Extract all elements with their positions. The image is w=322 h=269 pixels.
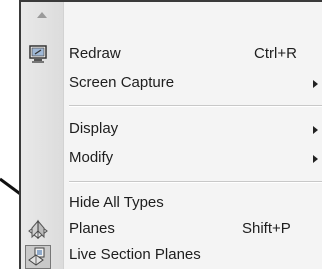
scroll-up-button[interactable]	[21, 2, 63, 28]
submenu-arrow-icon	[313, 80, 318, 88]
live-section-planes-icon	[25, 245, 51, 269]
menu-item-label: Modify	[69, 149, 114, 166]
planes-icon	[27, 219, 49, 241]
menu-item-redraw[interactable]: Redraw Ctrl+R	[21, 42, 322, 68]
menu-item-planes[interactable]: Planes Shift+P	[21, 217, 322, 243]
redraw-icon	[27, 43, 49, 65]
menu-separator	[69, 105, 322, 107]
menu-item-label: Live Section Planes	[69, 246, 201, 263]
menu-item-label: Screen Capture	[69, 74, 175, 91]
menu-item-shortcut: Shift+P	[242, 220, 291, 237]
menu-item-hide-all-types[interactable]: Hide All Types	[21, 191, 322, 217]
menu-item-label: Hide All Types	[69, 194, 164, 211]
submenu-arrow-icon	[313, 155, 318, 163]
menu-separator	[69, 181, 322, 183]
menu-item-modify[interactable]: Modify	[21, 146, 322, 172]
menu-item-screen-capture[interactable]: Screen Capture	[21, 71, 322, 97]
menu-item-display[interactable]: Display	[21, 117, 322, 143]
menu-item-label: Redraw	[69, 45, 121, 62]
menu-item-live-section-planes[interactable]: Live Section Planes	[21, 243, 322, 269]
context-menu: Redraw Ctrl+R Screen Capture Display Mod…	[19, 0, 322, 269]
menu-item-label: Planes	[69, 220, 115, 237]
menu-item-shortcut: Ctrl+R	[254, 45, 297, 62]
menu-item-label: Display	[69, 120, 119, 137]
submenu-arrow-icon	[313, 126, 318, 134]
scroll-up-arrow-icon	[37, 12, 47, 18]
